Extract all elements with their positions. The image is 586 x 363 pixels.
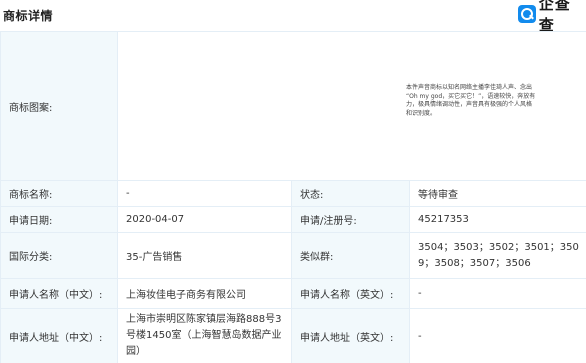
apply-date-label: 申请日期: [0,206,118,233]
intl-class-label: 国际分类: [0,232,118,279]
applicant-address-cn-label: 申请人地址（中文）: [0,308,118,363]
table-row: 商标名称: - 状态: 等待审查 [0,180,586,207]
applicant-name-en-value: - [408,278,586,309]
image-label: 商标图案: [0,31,118,181]
applicant-address-cn-value: 上海市崇明区陈家镇层海路888号3号楼1450室（上海智慧岛数据产业园） [117,308,292,363]
logo-text: 企查查 [538,0,571,34]
trademark-image-text: 本件声音商标以知名网络主播李佳琦人声、念出 “Oh my god，买它买它！”，… [406,84,536,117]
page-title: 商标详情 [3,9,54,23]
table-row: 申请日期: 2020-04-07 申请/注册号: 45217353 [0,206,586,233]
trademark-detail-table: 商标图案: 本件声音商标以知名网络主播李佳琦人声、念出 “Oh my god，买… [0,31,586,363]
similar-group-label: 类似群: [291,232,410,279]
reg-number-label: 申请/注册号: [291,206,410,233]
status-value: 等待审查 [408,180,586,207]
applicant-address-en-label: 申请人地址（英文）: [291,308,410,363]
table-row: 申请人地址（中文）: 上海市崇明区陈家镇层海路888号3号楼1450室（上海智慧… [0,308,586,363]
name-label: 商标名称: [0,180,118,207]
applicant-name-cn-label: 申请人名称（中文）: [0,278,118,309]
similar-group-value: 3504；3503；3502；3501；3509；3508；3507；3506 [408,232,586,279]
name-value: - [117,180,292,207]
applicant-name-cn-link[interactable]: 上海妆佳电子商务有限公司 [117,278,292,309]
trademark-image: 本件声音商标以知名网络主播李佳琦人声、念出 “Oh my god，买它买它！”，… [116,31,586,181]
reg-number-value: 45217353 [408,206,586,233]
magnifier-logo-icon [518,5,536,23]
applicant-address-en-value: - [408,308,586,363]
table-row: 申请人名称（中文）: 上海妆佳电子商务有限公司 申请人名称（英文）: - [0,278,586,309]
intl-class-value: 35-广告销售 [117,232,292,279]
qichacha-logo[interactable]: 企查查 [518,0,586,34]
table-row: 国际分类: 35-广告销售 类似群: 3504；3503；3502；3501；3… [0,232,586,279]
applicant-name-en-label: 申请人名称（英文）: [291,278,410,309]
page-header: 商标详情 企查查 [0,0,586,34]
apply-date-value: 2020-04-07 [117,206,292,233]
table-row-image: 商标图案: 本件声音商标以知名网络主播李佳琦人声、念出 “Oh my god，买… [0,31,586,181]
status-label: 状态: [291,180,410,207]
